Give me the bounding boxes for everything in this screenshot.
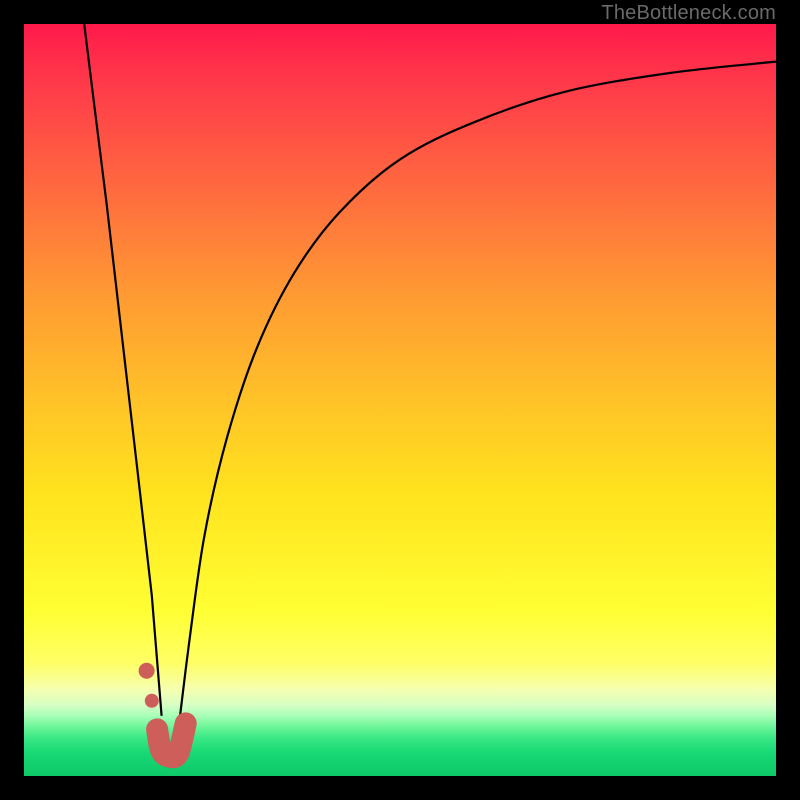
watermark-text: TheBottleneck.com: [601, 2, 776, 25]
series-right-curve: [178, 62, 776, 731]
highlight-dot-upper: [139, 663, 155, 679]
curves-svg: [24, 24, 776, 776]
series-left-linear: [84, 24, 161, 716]
highlight-dot-lower: [145, 694, 159, 708]
plot-area: [24, 24, 776, 776]
chart-frame: TheBottleneck.com: [0, 0, 800, 800]
series-highlight-hook: [157, 723, 186, 757]
